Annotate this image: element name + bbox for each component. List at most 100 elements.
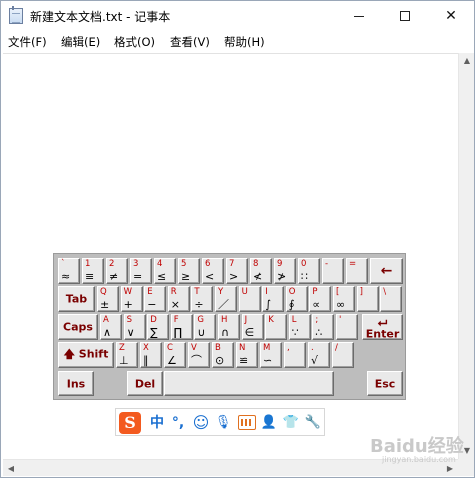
key-del-label: Del [134,377,156,390]
key-row3-9[interactable]: ; ∴ [312,314,335,340]
minimize-button[interactable] [336,1,382,31]
key-primary-label: 2 [109,259,115,269]
key-row2-0[interactable]: Q ± [97,286,119,312]
key-enter[interactable]: ⮠ Enter [362,314,403,341]
key-row4-2[interactable]: C ∠ [164,342,186,368]
key-row2-11[interactable]: ] [356,286,379,312]
key-row3-8[interactable]: L ∵ [288,314,311,340]
key-symbol-label: ± [100,298,110,311]
key-row2-10[interactable]: [∞ [333,286,355,312]
key-esc[interactable]: Esc [367,371,403,396]
maximize-button[interactable] [382,1,428,31]
notepad-icon [9,6,23,24]
key-row2-12[interactable]: \ [380,286,403,312]
key-symbol-label: √ [311,354,319,367]
key-row2-8[interactable]: O ∮ [285,286,308,312]
user-icon[interactable]: 👤 [260,413,278,433]
sogou-logo-icon[interactable]: S [119,412,141,434]
key-row2-9[interactable]: P ∝ [309,286,332,312]
vertical-scrollbar[interactable]: ▲ ▼ [458,53,474,459]
key-backspace[interactable]: ← [370,258,403,284]
key-row2-3[interactable]: R × [167,286,190,312]
key-primary-label: 1 [85,259,91,269]
menu-edit[interactable]: 编辑(E) [61,34,100,50]
tools-wrench-icon[interactable]: 🔧 [304,413,322,433]
key-symbol-label: ∥ [143,354,149,367]
key-row3-5[interactable]: H ∩ [218,314,240,340]
title-bar[interactable]: 新建文本文档.txt - 记事本 ✕ [1,1,474,31]
shift-arrow-icon: 🡅 [63,347,75,361]
key-row3-10[interactable]: ' [336,314,358,340]
key-row4-8[interactable]: . √ [308,342,330,368]
key-row4-9[interactable]: / [332,342,354,368]
ime-punct-toggle[interactable]: °, [169,413,187,433]
scroll-left-icon[interactable]: ◀ [3,460,19,477]
key-esc-label: Esc [374,377,396,390]
key-primary-label: \ [383,287,387,297]
key-row1-7[interactable]: 7 > [226,258,248,284]
key-row1-9[interactable]: 9 ≯ [274,258,296,284]
key-caps-label: Caps [63,320,93,334]
key-primary-label: I [265,287,268,297]
menu-view[interactable]: 查看(V) [170,34,210,50]
emoji-icon[interactable]: ☺ [192,413,210,433]
ime-mode-toggle[interactable]: 中 [148,413,166,433]
key-primary-label: P [312,287,318,297]
key-row3-6[interactable]: J ∈ [241,314,264,340]
key-row4-3[interactable]: V ⌒ [188,342,210,368]
key-row1-0[interactable]: ` ≈ [58,258,80,284]
key-row4-6[interactable]: M ∽ [260,342,282,368]
key-primary-label: W [123,287,132,297]
key-space[interactable] [164,371,334,396]
key-row1-12[interactable]: = [346,258,368,284]
key-row2-1[interactable]: W + [120,286,143,312]
key-primary-label: 8 [253,259,259,269]
key-row2-7[interactable]: I ∫ [262,286,285,312]
key-row3-2[interactable]: D ∑ [147,314,170,340]
key-row1-8[interactable]: 8 ≮ [250,258,272,284]
key-row1-10[interactable]: 0 ∷ [298,258,320,284]
menu-help[interactable]: 帮助(H) [224,34,265,50]
key-row2-2[interactable]: E − [144,286,167,312]
soft-keyboard-icon[interactable] [238,415,256,430]
key-row1-3[interactable]: 3 = [130,258,152,284]
key-primary-label: - [325,259,329,269]
key-row3-7[interactable]: K [265,314,288,340]
key-row3-1[interactable]: S ∨ [123,314,146,340]
key-caps[interactable]: Caps [58,314,98,340]
key-row1-5[interactable]: 5 ≥ [178,258,200,284]
key-primary-label: K [268,315,274,325]
key-shift[interactable]: 🡅 Shift [58,342,114,368]
key-row4-1[interactable]: X ∥ [140,342,162,368]
menu-file[interactable]: 文件(F) [8,34,47,50]
microphone-icon[interactable]: 🎙 [214,413,232,433]
key-row2-6[interactable]: U [238,286,261,312]
key-row3-4[interactable]: G ∪ [194,314,217,340]
key-symbol-label: ≡ [85,270,95,283]
key-row4-5[interactable]: N ≌ [236,342,258,368]
key-row4-0[interactable]: Z ⊥ [116,342,138,368]
key-row1-6[interactable]: 6 < [202,258,224,284]
key-row2-4[interactable]: T ÷ [191,286,214,312]
key-symbol-label: ≤ [157,270,167,283]
key-ins-label: Ins [66,377,86,390]
key-row4-4[interactable]: B ⊙ [212,342,234,368]
key-enter-label: Enter [365,327,400,341]
key-ins[interactable]: Ins [58,371,94,396]
key-row1-11[interactable]: - [322,258,344,284]
key-tab[interactable]: Tab [58,286,95,312]
key-row4-7[interactable]: , [284,342,306,368]
skin-shirt-icon[interactable]: 👕 [282,413,300,433]
key-symbol-label: ∪ [197,326,206,339]
key-row3-0[interactable]: A ∧ [100,314,122,340]
close-button[interactable]: ✕ [428,1,474,31]
key-row1-4[interactable]: 4 ≤ [154,258,176,284]
key-row3-3[interactable]: F ∏ [170,314,193,340]
key-row2-5[interactable]: Y ／ [215,286,237,312]
key-row1-2[interactable]: 2 ≠ [106,258,128,284]
scroll-up-icon[interactable]: ▲ [459,53,475,69]
key-primary-label: ; [315,315,319,325]
menu-format[interactable]: 格式(O) [114,34,155,50]
key-row1-1[interactable]: 1 ≡ [82,258,104,284]
key-del[interactable]: Del [127,371,163,396]
